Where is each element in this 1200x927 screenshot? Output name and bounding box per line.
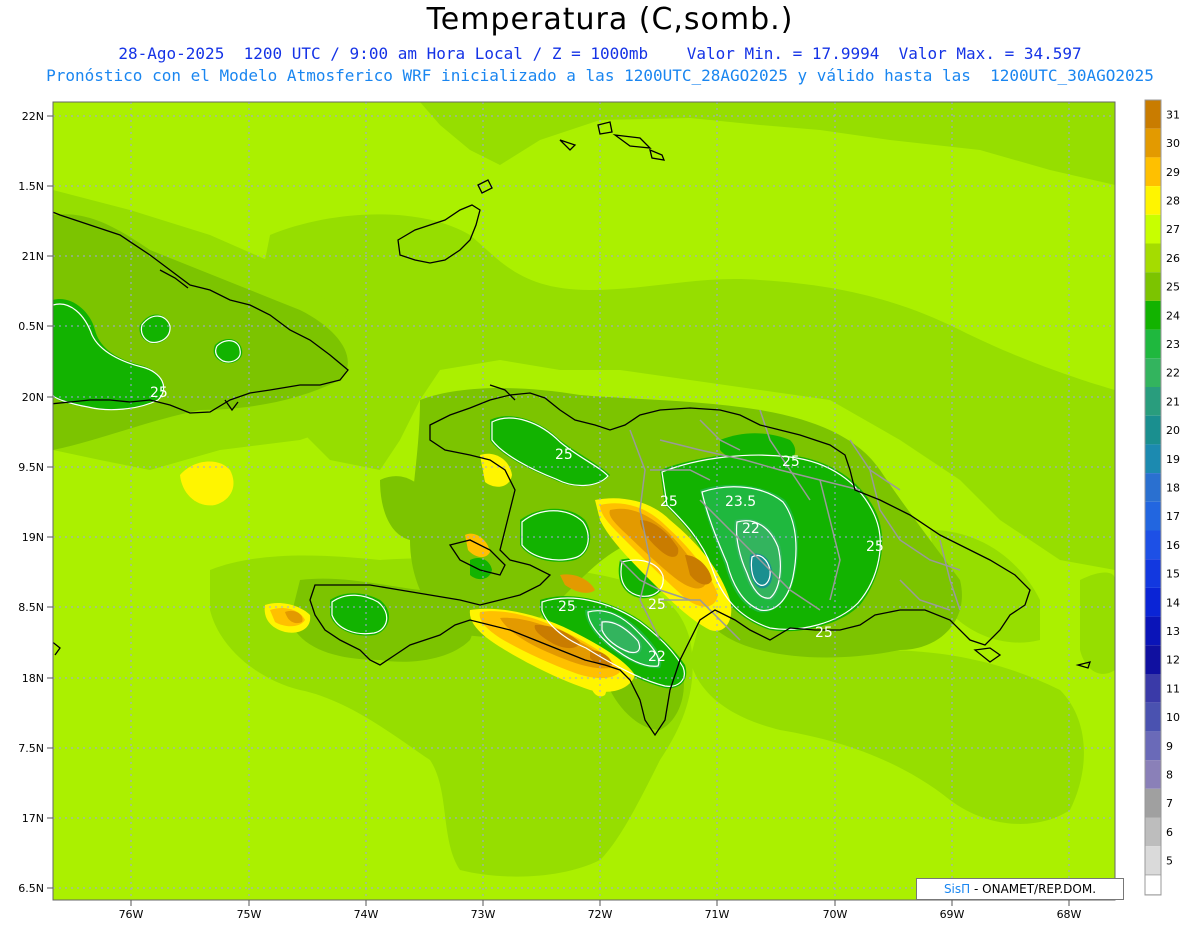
lon-label: 74W [354,908,379,921]
lat-label: 18N [22,672,44,685]
colorbar-label: 20 [1166,424,1180,437]
colorbar-label: 31 [1166,108,1180,121]
temperature-map: 25 25 25 25 23.5 22 25 25 25 22 25 22N 1… [18,99,1180,921]
colorbar-swatch [1145,530,1161,560]
colorbar-label: 23 [1166,338,1180,351]
colorbar-swatch [1145,214,1161,244]
colorbar-swatch [1145,300,1161,330]
colorbar-swatch [1145,473,1161,502]
lat-label: 17N [22,812,44,825]
colorbar-label: 9 [1166,740,1173,753]
colorbar-swatch [1145,272,1161,301]
contour-label: 25 [555,447,573,463]
colorbar-label: 16 [1166,539,1180,552]
colorbar-swatch [1145,674,1161,703]
colorbar-label: 28 [1166,194,1180,207]
lon-label: 69W [940,908,965,921]
sispi-logo: SisΠ [943,882,971,896]
colorbar-swatch [1145,702,1161,732]
colorbar-label: 14 [1166,596,1180,609]
contour-label: 22 [742,521,760,537]
colorbar-label: 21 [1166,395,1180,408]
latitude-labels: 22N 1.5N 21N 0.5N 20N 9.5N 19N 8.5N 18N … [18,110,44,895]
colorbar-label: 10 [1166,711,1180,724]
contour-label: 25 [866,539,884,555]
colorbar-label: 29 [1166,166,1180,179]
lon-label: 76W [119,908,144,921]
colorbar-label: 11 [1166,682,1180,695]
colorbar-swatch [1145,243,1161,273]
colorbar-swatch [1145,501,1161,531]
lon-label: 73W [471,908,496,921]
colorbar-swatch [1145,100,1161,129]
lat-label: 1.5N [18,180,44,193]
colorbar-label: 15 [1166,568,1180,581]
colorbar-label: 24 [1166,309,1180,322]
colorbar-swatch [1145,645,1161,674]
colorbar-label: 5 [1166,855,1173,868]
contour-label: 22 [648,649,666,665]
contour-label: 25 [150,385,168,401]
colorbar-swatch [1145,817,1161,847]
colorbar-label: 12 [1166,654,1180,667]
colorbar-swatch [1145,587,1161,617]
colorbar-swatch [1145,559,1161,588]
lat-label: 9.5N [18,461,44,474]
contour-label: 25 [782,454,800,470]
colorbar-swatch [1145,788,1161,818]
colorbar-swatch [1145,415,1161,445]
lon-label: 71W [705,908,730,921]
colorbar-swatch [1145,846,1161,875]
map-plot-area: 25 25 25 25 23.5 22 25 25 25 22 25 [53,102,1115,900]
lat-label: 6.5N [18,882,44,895]
longitude-labels: 76W 75W 74W 73W 72W 71W 70W 69W 68W [119,908,1082,921]
lat-label: 22N [22,110,44,123]
colorbar-label: 18 [1166,481,1180,494]
contour-label: 25 [558,599,576,615]
lat-label: 19N [22,531,44,544]
colorbar-swatch [1145,186,1161,215]
colorbar-swatch [1145,358,1161,387]
colorbar-label: 17 [1166,510,1180,523]
colorbar-swatch [1144,874,1162,896]
lon-label: 72W [588,908,613,921]
colorbar-swatch [1145,444,1161,474]
credit-box: SisΠ - ONAMET/REP.DOM. [916,878,1124,900]
lon-label: 75W [237,908,262,921]
colorbar-swatch [1145,760,1161,789]
colorbar-label: 7 [1166,797,1173,810]
colorbar-swatch [1145,128,1161,158]
lat-label: 7.5N [18,742,44,755]
lon-label: 68W [1057,908,1082,921]
colorbar-swatch [1145,329,1161,359]
contour-label: 25 [815,625,833,641]
colorbar-label: 22 [1166,367,1180,380]
colorbar-swatch [1145,616,1161,646]
colorbar-swatch [1145,157,1161,187]
lat-label: 0.5N [18,320,44,333]
lon-label: 70W [823,908,848,921]
contour-label: 23.5 [725,494,756,510]
contour-label: 25 [648,597,666,613]
colorbar-label: 27 [1166,223,1180,236]
colorbar-label: 25 [1166,281,1180,294]
colorbar-swatch [1145,387,1161,416]
colorbar: 31 30 29 28 27 26 25 24 23 22 21 20 19 18 17 16 15 14 13 12… [1144,99,1180,896]
colorbar-label: 19 [1166,453,1180,466]
lat-label: 8.5N [18,601,44,614]
colorbar-label: 26 [1166,252,1180,265]
lat-label: 20N [22,391,44,404]
colorbar-label: 6 [1166,826,1173,839]
contour-label: 25 [660,494,678,510]
colorbar-label: 8 [1166,768,1173,781]
colorbar-label: 30 [1166,137,1180,150]
colorbar-swatch [1145,731,1161,761]
lat-label: 21N [22,250,44,263]
credit-text: - ONAMET/REP.DOM. [974,882,1097,896]
colorbar-label: 13 [1166,625,1180,638]
